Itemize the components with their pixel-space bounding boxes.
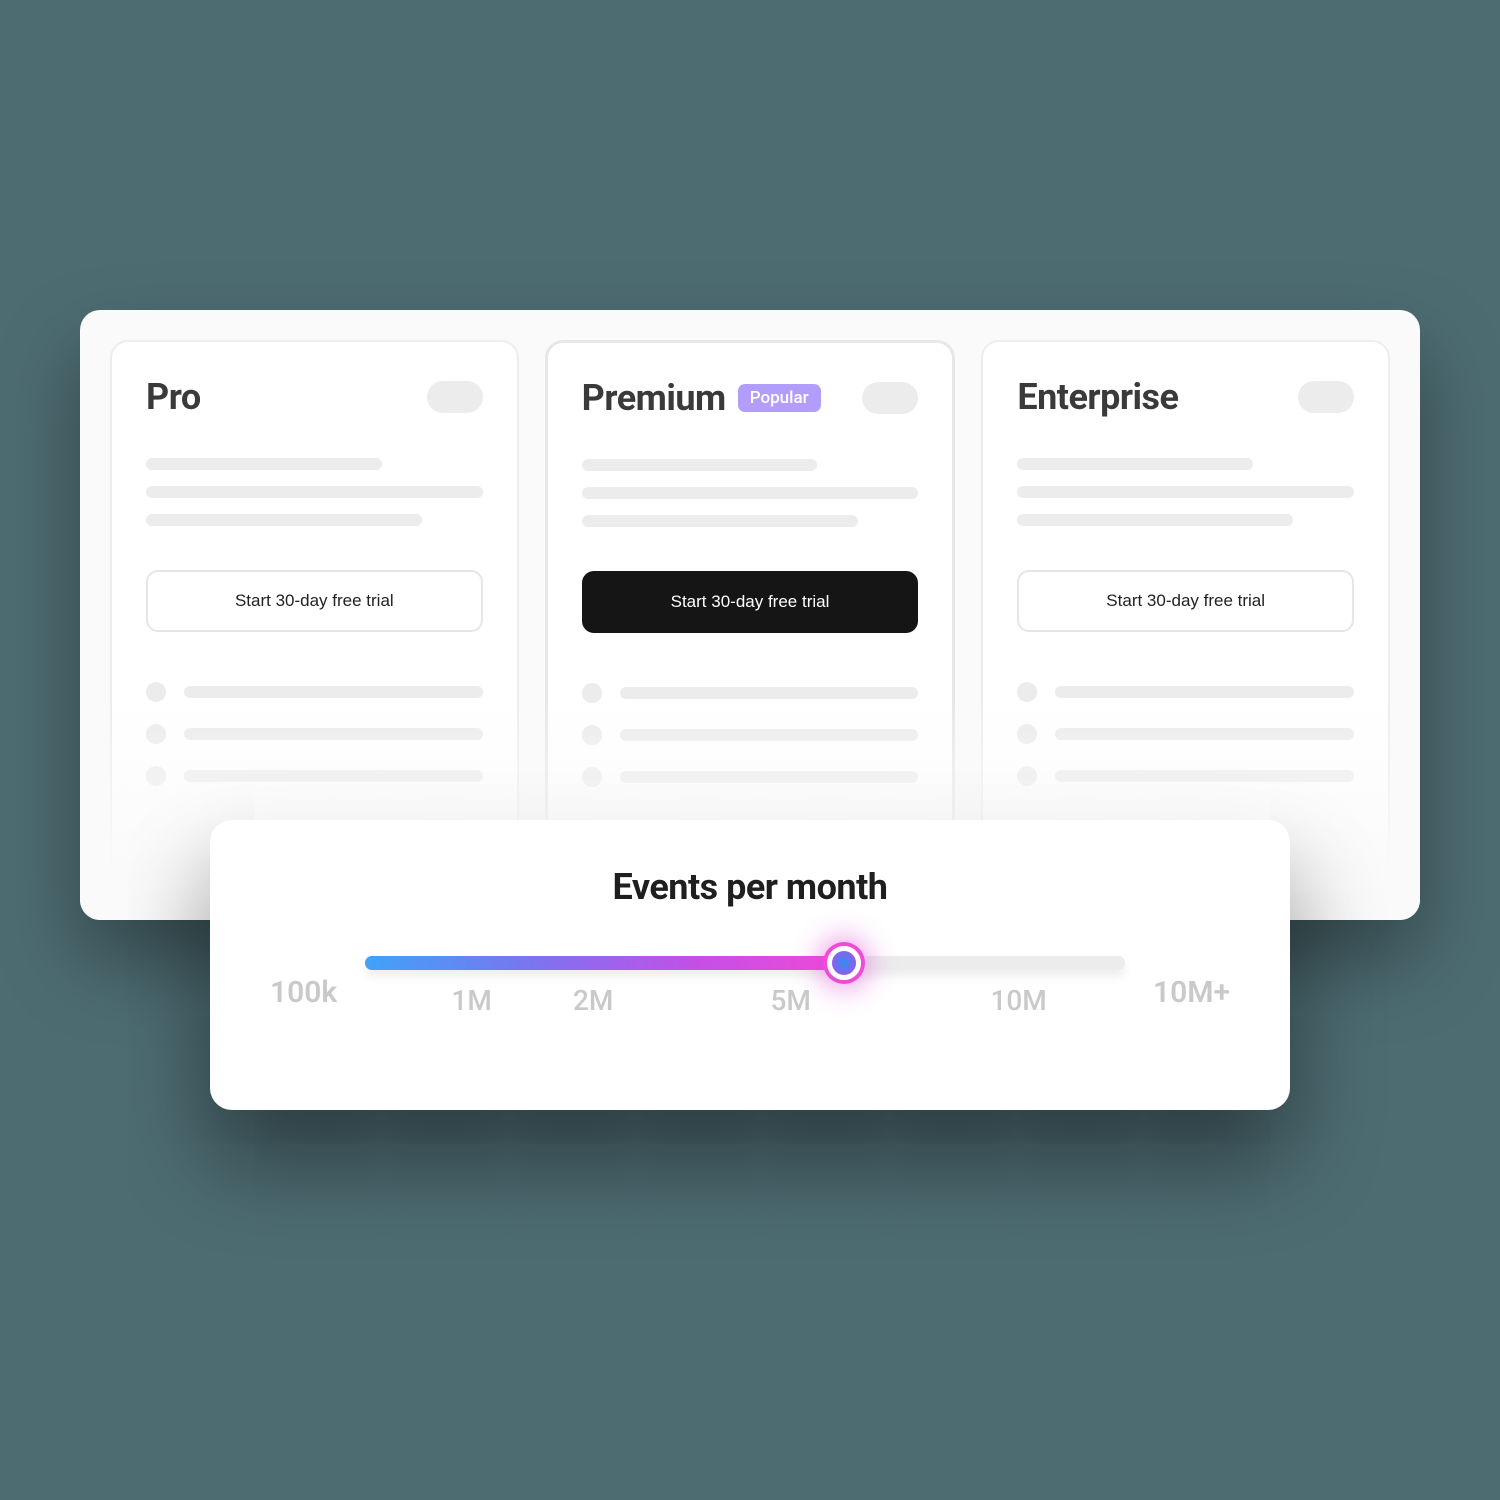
events-slider[interactable]: 1M 2M 5M 10M [365,956,1125,1028]
bullet-icon [146,682,166,702]
start-trial-button[interactable]: Start 30-day free trial [1017,570,1354,632]
bullet-icon [146,766,166,786]
popular-badge: Popular [738,384,821,412]
slider-fill [365,956,844,970]
plan-title: Pro [146,376,201,418]
plan-title: Premium [582,377,726,419]
bullet-icon [582,725,602,745]
slider-ticks: 1M 2M 5M 10M [365,984,1125,1028]
slider-tick: 1M [451,984,491,1017]
slider-max-label: 10M+ [1153,975,1230,1010]
slider-tick: 10M [990,984,1046,1017]
slider-min-label: 100k [270,975,337,1010]
bullet-icon [582,767,602,787]
slider-track [365,956,1125,970]
bullet-icon [582,683,602,703]
slider-tick: 2M [573,984,613,1017]
slider-thumb[interactable] [827,946,861,980]
plan-feature-list [1017,682,1354,786]
plan-title: Enterprise [1017,376,1178,418]
bullet-icon [1017,724,1037,744]
plan-feature-list [582,683,919,787]
plan-description-placeholder [1017,458,1354,526]
events-slider-card: Events per month 100k 1M 2M 5M 10M 10M+ [210,820,1290,1110]
plan-description-placeholder [582,459,919,527]
plan-feature-list [146,682,483,786]
slider-title: Events per month [270,866,1230,908]
slider-tick: 5M [770,984,810,1017]
plan-toggle[interactable] [1298,381,1354,413]
plan-description-placeholder [146,458,483,526]
bullet-icon [146,724,166,744]
start-trial-button[interactable]: Start 30-day free trial [582,571,919,633]
plan-toggle[interactable] [862,382,918,414]
bullet-icon [1017,682,1037,702]
plan-toggle[interactable] [427,381,483,413]
start-trial-button[interactable]: Start 30-day free trial [146,570,483,632]
bullet-icon [1017,766,1037,786]
